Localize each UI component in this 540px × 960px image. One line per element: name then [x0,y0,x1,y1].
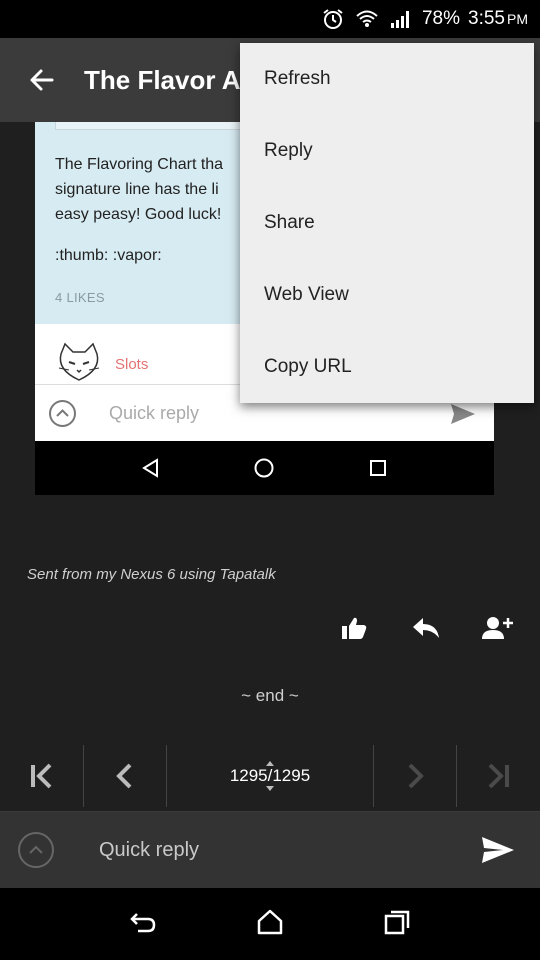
embedded-nav-bar [35,441,494,495]
overflow-menu: Refresh Reply Share Web View Copy URL [240,43,534,403]
person-add-icon [482,617,513,639]
menu-item-share[interactable]: Share [240,187,534,259]
thumbs-up-icon [342,617,367,639]
page-indicator: 1295/1295 [229,765,311,785]
system-back-button[interactable] [129,910,157,939]
nav-recents-square-icon [369,460,386,476]
system-home-button[interactable] [256,909,284,940]
battery-level: 78% [421,8,461,29]
system-nav-bar [0,888,540,960]
caret-down-icon [266,785,274,791]
post-signature: Sent from my Nexus 6 using Tapatalk [27,566,276,583]
page-selector[interactable]: 1295/1295 [167,745,373,807]
chevron-up-icon [49,400,76,427]
nav-back-triangle-icon [142,458,159,478]
embedded-emotes: :thumb: :vapor: [55,247,162,264]
menu-item-refresh[interactable]: Refresh [240,43,534,115]
cat-avatar-icon [55,340,103,384]
last-page-button[interactable] [457,745,540,807]
send-icon [450,403,476,430]
last-page-icon [488,763,509,788]
chevron-up-icon [29,845,43,854]
alarm-icon [320,7,346,31]
wifi-icon [354,7,380,31]
arrow-left-icon [30,69,54,91]
follow-user-button[interactable] [478,608,518,648]
clock-time: 3:55 [468,8,505,29]
menu-item-web-view[interactable]: Web View [240,259,534,331]
embedded-author-name: Slots [115,356,149,373]
first-page-button[interactable] [0,745,83,807]
chevron-right-icon [408,763,424,788]
reply-button[interactable] [406,608,446,648]
recents-icon [384,910,409,934]
expand-reply-button[interactable] [18,832,54,868]
like-button[interactable] [334,608,374,648]
embedded-quick-reply-placeholder: Quick reply [109,403,200,423]
back-arrow-icon [130,912,156,932]
send-icon [482,837,514,863]
menu-item-copy-url[interactable]: Copy URL [240,331,534,403]
system-recents-button[interactable] [383,909,411,940]
pagination-bar: 1295/1295 [0,740,540,812]
nav-home-circle-icon [254,458,274,478]
send-button[interactable] [468,836,528,864]
quick-reply-bar: Quick reply [0,812,540,888]
next-page-button[interactable] [374,745,457,807]
quick-reply-input[interactable]: Quick reply [99,839,468,862]
signal-icon [388,7,414,31]
end-marker: ~ end ~ [241,686,299,705]
post-actions [0,608,540,648]
status-bar: 78% 3:55 PM [0,0,540,38]
first-page-icon [31,763,52,788]
previous-page-button[interactable] [84,745,167,807]
home-icon [257,909,283,934]
menu-item-reply[interactable]: Reply [240,115,534,187]
thread-title: The Flavor A [84,64,241,95]
embedded-likes: 4 LIKES [55,290,105,305]
reply-arrow-icon [413,618,439,638]
chevron-left-icon [116,763,132,788]
clock-ampm: PM [507,11,528,27]
clock: 3:55 PM [468,8,528,30]
back-button[interactable] [0,38,84,122]
